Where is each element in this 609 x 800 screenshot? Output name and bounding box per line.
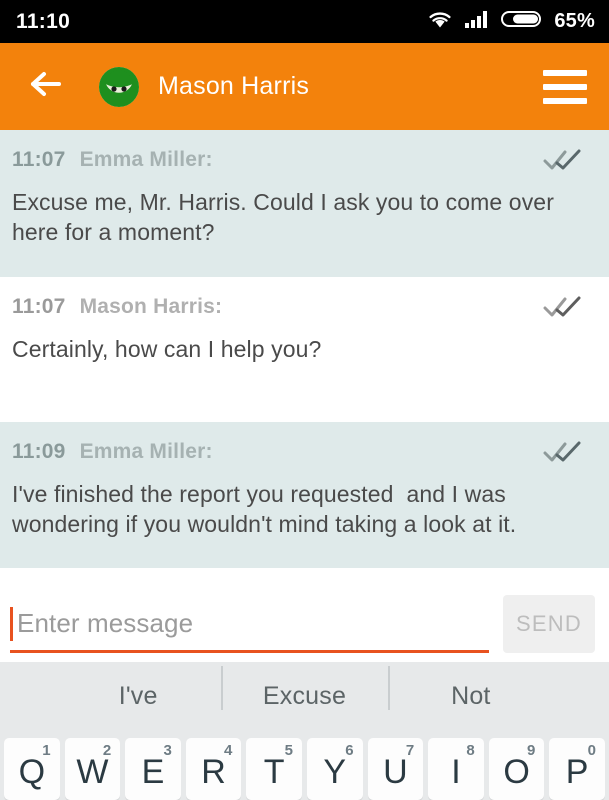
- signal-icon: [464, 9, 490, 34]
- message-time: 11:07: [12, 295, 66, 318]
- menu-bar-1: [543, 69, 587, 76]
- key-number: 7: [405, 742, 415, 759]
- menu-bar-2: [543, 83, 587, 90]
- key-y[interactable]: 6 Y: [306, 738, 363, 800]
- wifi-icon: [427, 9, 453, 34]
- key-number: 9: [527, 742, 536, 759]
- message-sender: Mason Harris:: [79, 295, 223, 318]
- message-input-placeholder: Enter message: [17, 608, 194, 638]
- key-letter: O: [503, 752, 530, 791]
- input-underline: [10, 649, 489, 653]
- suggestion-item-2[interactable]: Excuse: [221, 665, 387, 711]
- key-letter: Y: [323, 752, 347, 791]
- key-number: 8: [466, 742, 475, 759]
- phone-screen: 11:10 65% Mason Harris 11:07 Emma Miller…: [0, 0, 609, 800]
- status-time: 11:10: [16, 9, 71, 33]
- double-check-icon: [543, 440, 591, 469]
- status-bar: 11:10 65%: [0, 0, 609, 43]
- double-check-icon: [543, 295, 591, 324]
- battery-icon: [501, 9, 543, 34]
- message-input[interactable]: Enter message: [10, 595, 489, 653]
- contact-name: Mason Harris: [158, 72, 310, 100]
- message-header: 11:07 Mason Harris:: [12, 295, 591, 324]
- suggestion-item-1[interactable]: I've: [55, 682, 221, 711]
- key-number: 4: [224, 742, 233, 759]
- key-letter: Q: [18, 752, 46, 791]
- suggestion-item-3[interactable]: Not: [387, 665, 554, 711]
- app-bar: Mason Harris: [0, 43, 609, 130]
- key-q[interactable]: 1 Q: [4, 738, 60, 800]
- key-letter: E: [141, 752, 165, 791]
- key-number: 0: [587, 742, 596, 759]
- key-w[interactable]: 2 W: [64, 738, 121, 800]
- key-r[interactable]: 4 R: [185, 738, 242, 800]
- message-item[interactable]: 11:09 Emma Miller: I've finished the rep…: [0, 422, 609, 568]
- key-number: 2: [102, 742, 112, 759]
- key-i[interactable]: 8 I: [428, 738, 484, 800]
- back-arrow-icon: [28, 69, 64, 104]
- key-letter: U: [383, 752, 408, 791]
- on-screen-keyboard[interactable]: 1 Q 2 W 3 E 4 R 5 T 6 Y 7 U 8 I 9 O 0 P: [0, 730, 609, 800]
- key-letter: T: [263, 752, 285, 791]
- key-letter: I: [451, 752, 461, 791]
- key-u[interactable]: 7 U: [367, 738, 424, 800]
- message-time: 11:07: [12, 148, 66, 171]
- status-indicators: 65%: [427, 9, 595, 34]
- send-button[interactable]: SEND: [503, 594, 595, 653]
- message-text: Certainly, how can I help you?: [12, 336, 322, 362]
- message-list[interactable]: 11:07 Emma Miller: Excuse me, Mr. Harris…: [0, 130, 609, 585]
- key-number: 3: [163, 742, 172, 759]
- key-e[interactable]: 3 E: [125, 738, 181, 800]
- message-item[interactable]: 11:07 Emma Miller: Excuse me, Mr. Harris…: [0, 130, 609, 277]
- contact-avatar-icon[interactable]: [98, 66, 140, 108]
- battery-percent: 65%: [554, 10, 595, 32]
- message-sender: Emma Miller:: [79, 148, 213, 171]
- key-number: 1: [42, 742, 51, 759]
- composer-bar: Enter message SEND: [0, 585, 609, 662]
- key-letter: P: [565, 752, 589, 791]
- key-number: 5: [284, 742, 293, 759]
- key-p[interactable]: 0 P: [549, 738, 605, 800]
- key-letter: R: [201, 752, 226, 791]
- message-item[interactable]: 11:07 Mason Harris: Certainly, how can I…: [0, 277, 609, 422]
- message-header: 11:09 Emma Miller:: [12, 440, 591, 469]
- message-text: Excuse me, Mr. Harris. Could I ask you t…: [12, 189, 561, 246]
- hamburger-menu-icon[interactable]: [543, 69, 587, 104]
- text-cursor: [10, 606, 13, 641]
- double-check-icon: [543, 148, 591, 177]
- message-time: 11:09: [12, 440, 66, 463]
- key-number: 6: [345, 742, 354, 759]
- key-o[interactable]: 9 O: [488, 738, 545, 800]
- menu-bar-3: [543, 97, 587, 104]
- message-header: 11:07 Emma Miller:: [12, 148, 591, 177]
- back-button[interactable]: [24, 65, 68, 109]
- suggestion-strip: I've Excuse Not: [0, 662, 609, 730]
- key-t[interactable]: 5 T: [246, 738, 302, 800]
- keyboard-row-1: 1 Q 2 W 3 E 4 R 5 T 6 Y 7 U 8 I 9 O 0 P: [4, 738, 605, 800]
- message-text: I've finished the report you requested a…: [12, 481, 517, 538]
- message-sender: Emma Miller:: [79, 440, 213, 463]
